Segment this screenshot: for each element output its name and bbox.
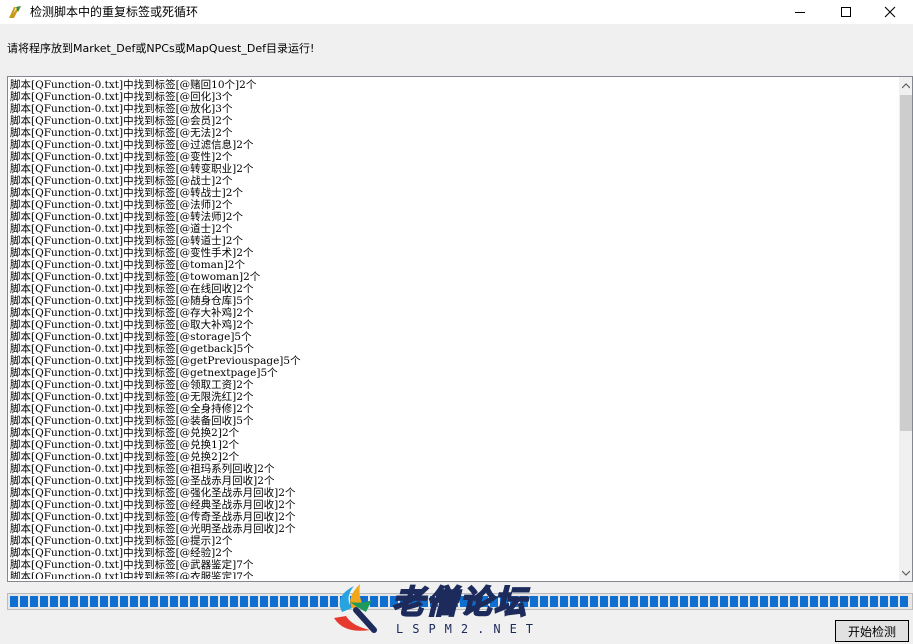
log-line: 脚本[QFunction-0.txt]中找到标签[@会员]2个 — [10, 115, 233, 127]
close-button[interactable] — [867, 0, 913, 24]
chevron-down-icon — [902, 570, 910, 576]
minimize-icon — [795, 12, 805, 13]
minimize-button[interactable] — [777, 0, 823, 24]
log-line: 脚本[QFunction-0.txt]中找到标签[@经验]2个 — [10, 547, 233, 559]
app-icon — [9, 6, 21, 18]
close-icon — [884, 6, 896, 18]
log-line: 脚本[QFunction-0.txt]中找到标签[@随身仓库]5个 — [10, 295, 254, 307]
window-title: 检测脚本中的重复标签或死循环 — [30, 5, 199, 19]
log-line: 脚本[QFunction-0.txt]中找到标签[@传奇圣战赤月回收]2个 — [10, 511, 296, 523]
log-line: 脚本[QFunction-0.txt]中找到标签[@经典圣战赤月回收]2个 — [10, 499, 296, 511]
vertical-scrollbar[interactable] — [899, 77, 912, 581]
log-line: 脚本[QFunction-0.txt]中找到标签[@转法师]2个 — [10, 211, 243, 223]
log-line: 脚本[QFunction-0.txt]中找到标签[@全身持修]2个 — [10, 403, 254, 415]
log-line: 脚本[QFunction-0.txt]中找到标签[@取大补鸡]2个 — [10, 319, 254, 331]
log-line: 脚本[QFunction-0.txt]中找到标签[@兑换1]2个 — [10, 439, 240, 451]
log-line: 脚本[QFunction-0.txt]中找到标签[@转道士]2个 — [10, 235, 243, 247]
log-output[interactable]: 脚本[QFunction-0.txt]中找到标签[@赌回10个]2个 脚本[QFu… — [7, 76, 913, 582]
log-line: 脚本[QFunction-0.txt]中找到标签[@领取工资]2个 — [10, 379, 254, 391]
maximize-button[interactable] — [823, 0, 869, 24]
log-line: 脚本[QFunction-0.txt]中找到标签[@转变职业]2个 — [10, 163, 254, 175]
title-bar: 检测脚本中的重复标签或死循环 — [0, 0, 913, 24]
log-line: 脚本[QFunction-0.txt]中找到标签[@提示]2个 — [10, 535, 233, 547]
log-line: 脚本[QFunction-0.txt]中找到标签[@变性]2个 — [10, 151, 233, 163]
log-lines: 脚本[QFunction-0.txt]中找到标签[@赌回10个]2个 脚本[QFu… — [10, 79, 895, 579]
log-line: 脚本[QFunction-0.txt]中找到标签[@法师]2个 — [10, 199, 233, 211]
log-line: 脚本[QFunction-0.txt]中找到标签[@光明圣战赤月回收]2个 — [10, 523, 296, 535]
log-line: 脚本[QFunction-0.txt]中找到标签[@towoman]2个 — [10, 271, 261, 283]
watermark-logo — [334, 584, 377, 633]
log-line: 脚本[QFunction-0.txt]中找到标签[@强化圣战赤月回收]2个 — [10, 487, 296, 499]
log-line: 脚本[QFunction-0.txt]中找到标签[@武器鉴定]7个 — [10, 559, 254, 571]
watermark: 老僧论坛 LSPM2.NET — [330, 578, 600, 642]
instruction-label: 请将程序放到Market_Def或NPCs或MapQuest_Def目录运行! — [7, 42, 315, 55]
chevron-up-icon — [902, 82, 910, 88]
log-line: 脚本[QFunction-0.txt]中找到标签[@无法]2个 — [10, 127, 233, 139]
watermark-text: 老僧论坛 — [391, 583, 529, 621]
scroll-up-button[interactable] — [899, 77, 912, 94]
log-line: 脚本[QFunction-0.txt]中找到标签[@兑换2]2个 — [10, 427, 240, 439]
scroll-down-button[interactable] — [899, 564, 912, 581]
log-line: 脚本[QFunction-0.txt]中找到标签[@存大补鸡]2个 — [10, 307, 254, 319]
watermark-subtext: LSPM2.NET — [396, 622, 543, 636]
log-line: 脚本[QFunction-0.txt]中找到标签[@战士]2个 — [10, 175, 233, 187]
scroll-thumb[interactable] — [900, 95, 912, 431]
log-line: 脚本[QFunction-0.txt]中找到标签[@getnextpage]5个 — [10, 367, 278, 379]
log-line: 脚本[QFunction-0.txt]中找到标签[@道士]2个 — [10, 223, 233, 235]
log-line: 脚本[QFunction-0.txt]中找到标签[@变性手术]2个 — [10, 247, 254, 259]
log-line: 脚本[QFunction-0.txt]中找到标签[@getPreviouspag… — [10, 355, 301, 367]
log-line: 脚本[QFunction-0.txt]中找到标签[@回化]3个 — [10, 91, 233, 103]
log-line: 脚本[QFunction-0.txt]中找到标签[@祖玛系列回收]2个 — [10, 463, 275, 475]
maximize-icon — [841, 7, 851, 17]
log-line: 脚本[QFunction-0.txt]中找到标签[@storage]5个 — [10, 331, 252, 343]
log-line: 脚本[QFunction-0.txt]中找到标签[@过滤信息]2个 — [10, 139, 254, 151]
log-line: 脚本[QFunction-0.txt]中找到标签[@在线回收]2个 — [10, 283, 254, 295]
log-line: 脚本[QFunction-0.txt]中找到标签[@转战士]2个 — [10, 187, 243, 199]
start-detection-button[interactable]: 开始检测 — [835, 620, 909, 642]
log-line: 脚本[QFunction-0.txt]中找到标签[@装备回收]5个 — [10, 415, 254, 427]
log-line: 脚本[QFunction-0.txt]中找到标签[@放化]3个 — [10, 103, 233, 115]
log-line: 脚本[QFunction-0.txt]中找到标签[@toman]2个 — [10, 259, 245, 271]
log-line: 脚本[QFunction-0.txt]中找到标签[@getback]5个 — [10, 343, 254, 355]
log-line: 脚本[QFunction-0.txt]中找到标签[@无限洗红]2个 — [10, 391, 254, 403]
log-line: 脚本[QFunction-0.txt]中找到标签[@圣战赤月回收]2个 — [10, 475, 275, 487]
log-line: 脚本[QFunction-0.txt]中找到标签[@兑换2]2个 — [10, 451, 240, 463]
log-line: 脚本[QFunction-0.txt]中找到标签[@赌回10个]2个 — [10, 79, 257, 91]
